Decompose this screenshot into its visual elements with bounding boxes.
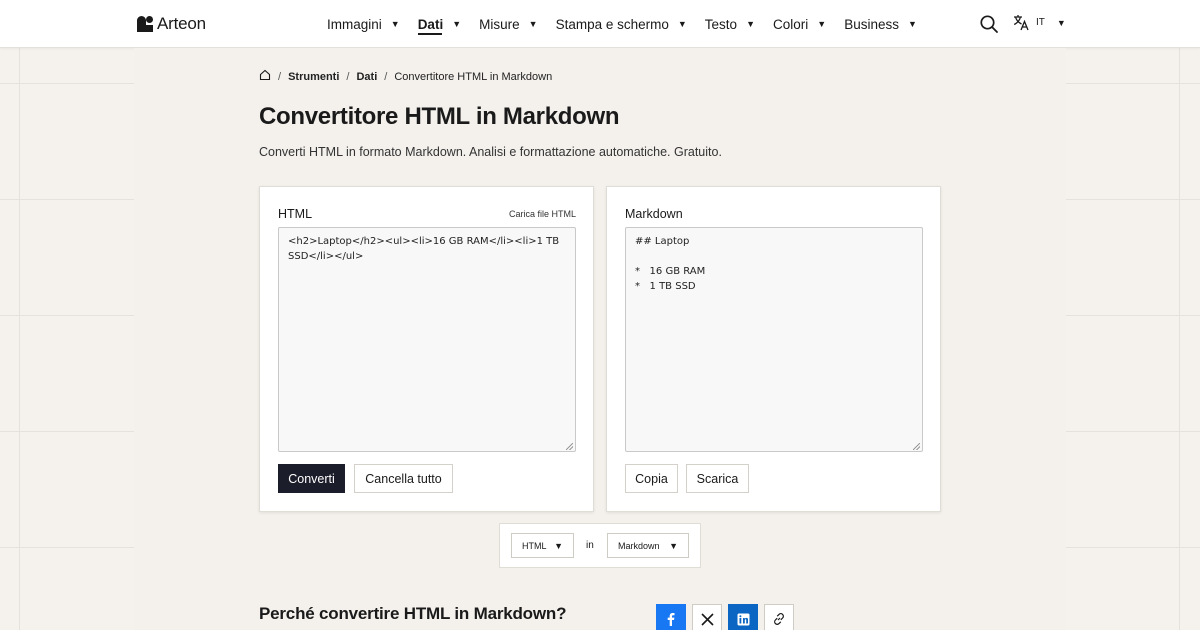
- page-subtitle: Converti HTML in formato Markdown. Anali…: [259, 145, 722, 159]
- breadcrumb-separator: /: [384, 70, 388, 83]
- home-icon: [259, 69, 271, 81]
- chevron-down-icon: ▼: [907, 19, 917, 29]
- nav-item-business[interactable]: Business ▼: [844, 0, 917, 48]
- copy-button[interactable]: Copia: [625, 464, 678, 493]
- nav-item-label: Misure: [479, 16, 520, 32]
- source-format-value: HTML: [522, 540, 547, 551]
- breadcrumb-strumenti[interactable]: Strumenti: [288, 71, 339, 83]
- nav-item-misure[interactable]: Misure ▼: [479, 0, 537, 48]
- nav-item-immagini[interactable]: Immagini ▼: [327, 0, 400, 48]
- html-input-label: HTML: [278, 207, 313, 221]
- link-icon: [774, 613, 784, 625]
- language-selector[interactable]: IT ▼: [1013, 14, 1066, 31]
- share-facebook-button[interactable]: [656, 604, 686, 630]
- markdown-output-panel: Markdown ## Laptop * 16 GB RAM * 1 TB SS…: [606, 186, 941, 512]
- nav-item-testo[interactable]: Testo ▼: [705, 0, 755, 48]
- share-linkedin-button[interactable]: [728, 604, 758, 630]
- html-input-panel: HTML Carica file HTML <h2>Laptop</h2><ul…: [259, 186, 594, 512]
- target-format-value: Markdown: [618, 540, 660, 551]
- resize-handle[interactable]: [913, 443, 920, 450]
- search-button[interactable]: [979, 14, 999, 34]
- nav-item-label: Dati: [417, 16, 444, 32]
- format-joiner: in: [586, 540, 594, 551]
- linkedin-icon: [737, 613, 749, 625]
- format-selector-bar: HTML ▼ in Markdown ▼: [499, 523, 701, 568]
- html-input-textarea[interactable]: <h2>Laptop</h2><ul><li>16 GB RAM</li><li…: [278, 227, 576, 452]
- logo-icon: [137, 16, 153, 32]
- x-icon: [700, 612, 714, 626]
- language-code: IT: [1036, 17, 1045, 28]
- nav-item-label: Colori: [773, 16, 809, 32]
- resize-handle[interactable]: [566, 443, 573, 450]
- chevron-down-icon: ▼: [677, 19, 687, 29]
- copy-link-button[interactable]: [764, 604, 794, 630]
- search-icon: [980, 15, 998, 33]
- breadcrumb: / Strumenti / Dati / Convertitore HTML i…: [259, 69, 552, 84]
- nav-item-label: Business: [844, 16, 899, 32]
- source-format-select[interactable]: HTML ▼: [511, 533, 574, 558]
- nav-item-colori[interactable]: Colori ▼: [773, 0, 826, 48]
- section-title: Perché convertire HTML in Markdown?: [259, 604, 567, 623]
- chevron-down-icon: ▼: [554, 540, 563, 551]
- page-title: Convertitore HTML in Markdown: [259, 103, 620, 130]
- chevron-down-icon: ▼: [528, 19, 538, 29]
- breadcrumb-dati[interactable]: Dati: [356, 71, 377, 83]
- target-format-select[interactable]: Markdown ▼: [607, 533, 689, 558]
- breadcrumb-separator: /: [346, 70, 350, 83]
- breadcrumb-separator: /: [278, 70, 282, 83]
- chevron-down-icon: ▼: [669, 540, 678, 551]
- share-x-button[interactable]: [692, 604, 722, 630]
- nav-item-label: Stampa e schermo: [555, 16, 669, 32]
- main-nav: Immagini ▼ Dati ▼ Misure ▼ Stampa e sche…: [327, 0, 935, 48]
- nav-item-label: Immagini: [327, 16, 382, 32]
- chevron-down-icon: ▼: [1056, 17, 1066, 28]
- breadcrumb-current: Convertitore HTML in Markdown: [394, 70, 553, 83]
- chevron-down-icon: ▼: [817, 19, 827, 29]
- nav-item-stampa-e-schermo[interactable]: Stampa e schermo ▼: [556, 0, 687, 48]
- convert-button[interactable]: Converti: [278, 464, 345, 493]
- home-link[interactable]: [259, 69, 271, 84]
- logo[interactable]: Arteon: [137, 14, 206, 34]
- translate-icon: [1013, 15, 1029, 31]
- chevron-down-icon: ▼: [452, 19, 462, 29]
- nav-item-dati[interactable]: Dati ▼: [418, 0, 461, 48]
- download-button[interactable]: Scarica: [686, 464, 749, 493]
- brand-name: Arteon: [157, 14, 206, 33]
- clear-all-button[interactable]: Cancella tutto: [354, 464, 453, 493]
- main-content: / Strumenti / Dati / Convertitore HTML i…: [134, 48, 1066, 630]
- chevron-down-icon: ▼: [746, 19, 755, 29]
- site-header: Arteon Immagini ▼ Dati ▼ Misure ▼ Stampa…: [0, 0, 1200, 48]
- markdown-output-label: Markdown: [625, 207, 683, 221]
- facebook-icon: [667, 613, 675, 626]
- markdown-output-textarea[interactable]: ## Laptop * 16 GB RAM * 1 TB SSD: [625, 227, 923, 452]
- nav-item-label: Testo: [704, 16, 738, 32]
- chevron-down-icon: ▼: [390, 19, 400, 29]
- upload-html-file-link[interactable]: Carica file HTML: [509, 209, 576, 219]
